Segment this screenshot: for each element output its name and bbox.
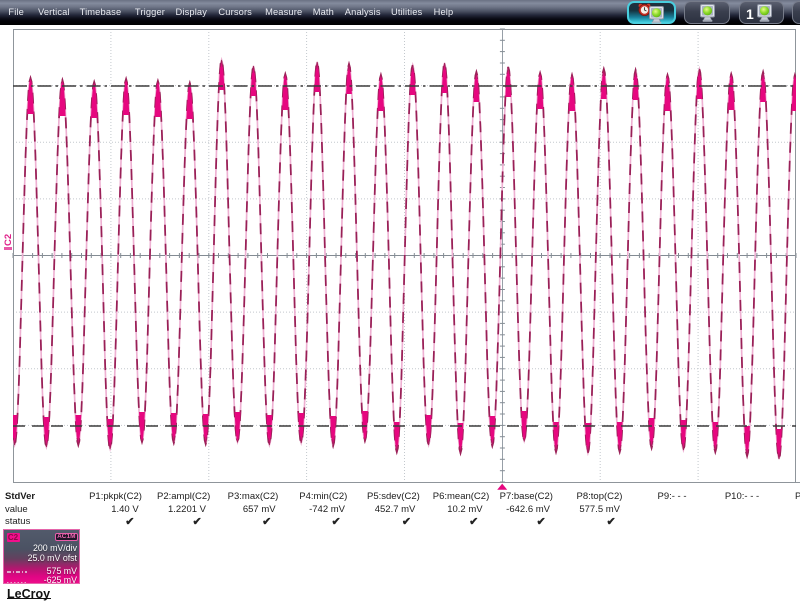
svg-text:C2: C2 — [3, 234, 14, 246]
